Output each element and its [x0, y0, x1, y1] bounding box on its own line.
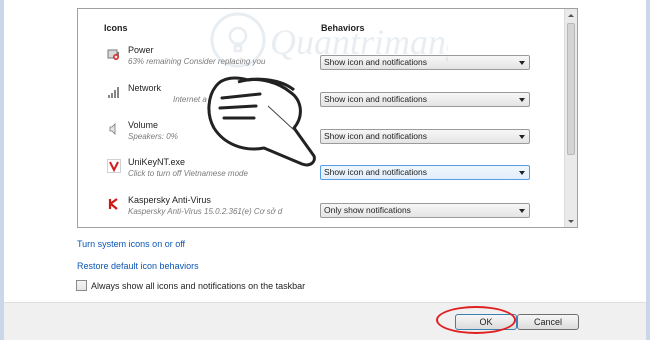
- scroll-up-arrow-icon: [568, 13, 574, 17]
- item-name: Power: [128, 45, 154, 55]
- behaviors-column-header: Behaviors: [321, 23, 365, 33]
- item-description: Click to turn off Vietnamese mode: [128, 169, 248, 178]
- behavior-value: Show icon and notifications: [324, 131, 428, 141]
- item-name: Volume: [128, 120, 159, 130]
- behavior-value: Only show notifications: [324, 205, 411, 215]
- dropdown-arrow-icon: [519, 98, 525, 102]
- always-show-option[interactable]: Always show all icons and notifications …: [76, 280, 305, 291]
- scroll-thumb[interactable]: [567, 23, 575, 155]
- window-frame-left: [0, 0, 4, 340]
- item-description: 63% remaining Consider replacing you: [128, 57, 266, 66]
- item-description: Kaspersky Anti-Virus 15.0.2.361(e) Cơ sở…: [128, 207, 283, 216]
- behavior-value: Show icon and notifications: [324, 57, 428, 67]
- dropdown-arrow-icon: [519, 135, 525, 139]
- unikey-v-icon: [107, 159, 121, 173]
- behavior-value: Show icon and notifications: [324, 94, 428, 104]
- turn-system-icons-link[interactable]: Turn system icons on or off: [77, 239, 185, 249]
- cancel-button[interactable]: Cancel: [517, 314, 579, 330]
- item-name: UniKeyNT.exe: [128, 157, 186, 167]
- scroll-down-arrow-icon: [568, 219, 574, 223]
- behavior-dropdown[interactable]: Show icon and notifications: [320, 129, 530, 144]
- icons-column-header: Icons: [104, 23, 128, 33]
- battery-warning-icon: [107, 47, 121, 61]
- dropdown-arrow-icon: [519, 209, 525, 213]
- vertical-scrollbar[interactable]: [564, 9, 577, 227]
- notification-icons-list: Icons Behaviors Power 63% remaining Cons…: [77, 8, 578, 228]
- scroll-down-button[interactable]: [565, 215, 577, 227]
- ok-button[interactable]: OK: [455, 314, 517, 330]
- item-description: Speakers: 0%: [128, 132, 178, 141]
- behavior-dropdown[interactable]: Show icon and notifications: [320, 165, 530, 180]
- scroll-up-button[interactable]: [565, 9, 577, 21]
- kaspersky-k-icon: [107, 197, 121, 211]
- dropdown-arrow-icon: [519, 61, 525, 65]
- dropdown-arrow-icon: [519, 171, 525, 175]
- behavior-dropdown[interactable]: Show icon and notifications: [320, 55, 530, 70]
- always-show-checkbox[interactable]: [76, 280, 87, 291]
- item-name: Kaspersky Anti-Virus: [128, 195, 211, 205]
- always-show-label: Always show all icons and notifications …: [91, 280, 306, 291]
- restore-default-behaviors-link[interactable]: Restore default icon behaviors: [77, 261, 199, 271]
- behavior-dropdown[interactable]: Only show notifications: [320, 203, 530, 218]
- speaker-icon: [107, 122, 121, 136]
- behavior-dropdown[interactable]: Show icon and notifications: [320, 92, 530, 107]
- window-frame-right: [646, 0, 650, 340]
- item-description: Internet a: [173, 95, 207, 104]
- behavior-value: Show icon and notifications: [324, 167, 428, 177]
- network-signal-icon: [107, 85, 121, 99]
- item-name: Network: [128, 83, 162, 93]
